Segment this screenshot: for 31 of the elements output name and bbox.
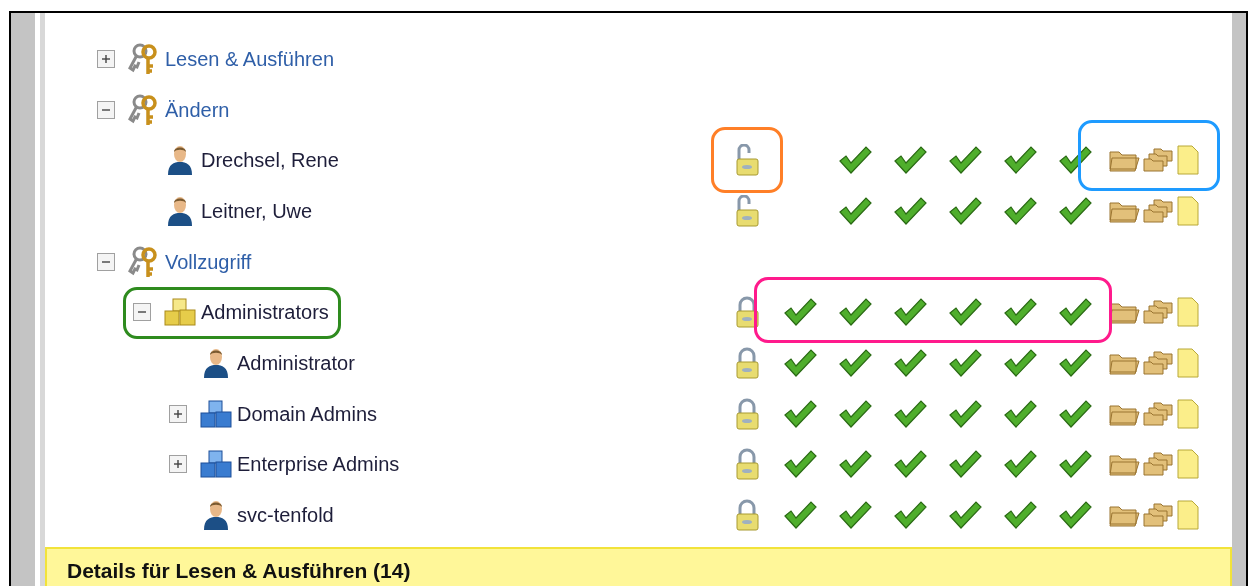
member-name: Leitner, Uwe <box>201 198 313 224</box>
user-icon <box>166 194 194 227</box>
expand-toggle[interactable] <box>169 455 187 474</box>
scrollbar[interactable] <box>1232 13 1246 586</box>
user-icon <box>202 347 230 380</box>
plus-icon <box>173 459 183 470</box>
permission-link[interactable]: Vollzugriff <box>165 246 252 277</box>
expand-toggle[interactable] <box>97 100 115 119</box>
user-icon <box>166 144 194 177</box>
expand-toggle[interactable] <box>97 49 115 68</box>
permission-link[interactable]: Lesen & Ausführen <box>165 43 334 74</box>
cubes-icon <box>199 449 233 480</box>
keys-icon <box>128 41 160 76</box>
expand-toggle[interactable] <box>133 303 151 322</box>
expand-toggle[interactable] <box>97 252 115 271</box>
permission-link[interactable]: Ändern <box>165 94 230 125</box>
member-name: svc-tenfold <box>237 503 334 529</box>
member-name: Drechsel, Rene <box>201 148 339 174</box>
keys-icon <box>128 92 160 127</box>
cubes-icon <box>163 297 197 328</box>
keys-icon <box>128 244 160 279</box>
member-name: Enterprise Admins <box>237 452 400 478</box>
member-name: Domain Admins <box>237 401 378 427</box>
member-name: Administrator <box>237 351 355 377</box>
expand-toggle[interactable] <box>169 404 187 423</box>
plus-icon <box>173 408 183 419</box>
user-icon <box>202 499 230 532</box>
details-title: Details für Lesen & Ausführen (14) <box>67 558 411 582</box>
cubes-icon <box>199 398 233 429</box>
member-name: Administrators <box>201 300 329 326</box>
plus-icon <box>101 53 111 64</box>
